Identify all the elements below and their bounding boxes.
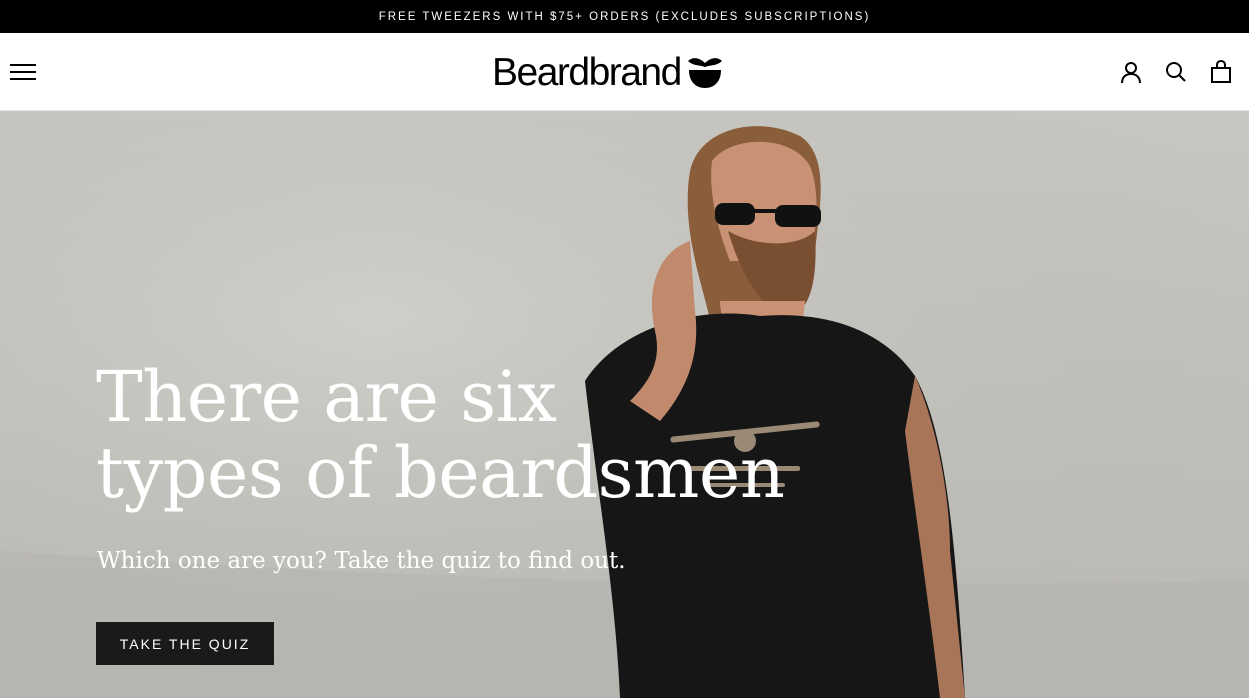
account-icon — [1121, 62, 1141, 84]
site-logo[interactable]: Beardbrand — [492, 50, 724, 94]
account-button[interactable] — [1117, 58, 1145, 86]
take-quiz-button[interactable]: TAKE THE QUIZ — [96, 622, 274, 665]
hero-headline: There are six types of beardsmen — [96, 356, 785, 514]
menu-button[interactable] — [8, 59, 38, 85]
menu-icon — [10, 64, 36, 80]
mustache-beard-icon — [687, 58, 722, 88]
site-header: Beardbrand — [0, 33, 1249, 111]
announcement-bar: FREE TWEEZERS WITH $75+ ORDERS (EXCLUDES… — [0, 0, 1249, 33]
hero-subheading: Which one are you? Take the quiz to find… — [97, 548, 626, 574]
hero-headline-line1: There are six — [96, 356, 557, 438]
logo-text: Beardbrand — [492, 50, 682, 94]
announcement-text: FREE TWEEZERS WITH $75+ ORDERS (EXCLUDES… — [378, 10, 871, 23]
hero-section: There are six types of beardsmen Which o… — [0, 111, 1249, 698]
search-icon — [1166, 62, 1186, 82]
cart-icon — [1211, 60, 1231, 83]
search-button[interactable] — [1162, 58, 1190, 86]
hero-headline-line2: types of beardsmen — [96, 432, 785, 514]
cart-button[interactable] — [1207, 58, 1235, 86]
